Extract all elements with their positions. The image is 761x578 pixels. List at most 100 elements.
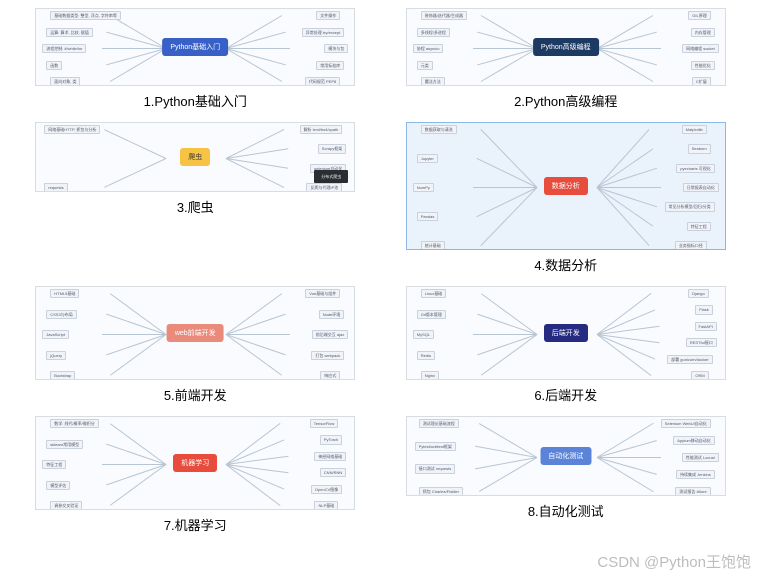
mindmap-thumbnail[interactable]: Python高级编程装饰器/迭代器/生成器多线程/多进程协程 asyncio元类… (406, 8, 726, 86)
mindmap-branch: 网络编程 socket (682, 44, 719, 53)
mindmap-branch: 响应式 (320, 371, 340, 380)
mindmap-branch: 常见分析模型/回归/分类 (665, 202, 715, 211)
mindmap-diagram: 机器学习数学: 线代/概率/微积分sklearn常用模型特征工程模型评估调参交叉… (36, 417, 354, 509)
thumbnail-cell-5[interactable]: web前端开发 HTML5基础 CSS3与布局 JavaScript jQuery Boo… (30, 286, 361, 404)
mindmap-branch: 模块与包 (324, 44, 348, 53)
mindmap-branch: PyTorch (320, 435, 342, 444)
mindmap-branch: pyecharts 可视化 (676, 164, 714, 173)
mindmap-center-node: 自动化测试 (540, 447, 591, 465)
mindmap-branch: ORM (691, 371, 708, 380)
mindmap-diagram: web前端开发 HTML5基础 CSS3与布局 JavaScript jQuery Boo… (36, 287, 354, 379)
mindmap-branch: Pytest/unittest框架 (415, 442, 456, 451)
mindmap-branch: 面向对象, 类 (50, 77, 80, 86)
mindmap-thumbnail[interactable]: 机器学习数学: 线代/概率/微积分sklearn常用模型特征工程模型评估调参交叉… (35, 416, 355, 510)
mindmap-thumbnail[interactable]: 后端开发Linux基础Git版本管理MySQLRedisNginxDjangoF… (406, 286, 726, 380)
mindmap-diagram: 数据分析数据获取与清洗JupyterNumPyPandas统计基础Matplot… (407, 123, 725, 249)
thumbnail-cell-4[interactable]: 数据分析数据获取与清洗JupyterNumPyPandas统计基础Matplot… (401, 122, 732, 274)
mindmap-thumbnail[interactable]: Python基础入门 基础数据类型: 整型, 浮点, 字符串等运算: 算术, 比较… (35, 8, 355, 86)
mindmap-branch: jQuery (46, 351, 66, 360)
mindmap-center-node: Python基础入门 (162, 38, 228, 56)
mindmap-branch: sklearn常用模型 (46, 440, 83, 449)
mindmap-branch: JavaScript (42, 330, 69, 339)
mindmap-branch: 模型评估 (46, 481, 70, 490)
mindmap-branch: 业务指标口径 (675, 241, 707, 250)
mindmap-branch: MySQL (413, 330, 434, 339)
mindmap-branch: 测试理论基础流程 (419, 419, 459, 428)
mindmap-branch: 魔法方法 (421, 77, 445, 86)
mindmap-branch: 代码规范 PEP8 (305, 77, 340, 86)
mindmap-thumbnail[interactable]: 爬虫网络基础HTTP, 抓包与分析requests解析 lxml/bs4/xpa… (35, 122, 355, 192)
thumbnail-cell-6[interactable]: 后端开发Linux基础Git版本管理MySQLRedisNginxDjangoF… (401, 286, 732, 404)
mindmap-branch: CSS3与布局 (46, 310, 76, 319)
mindmap-branch: Bootstrap (50, 371, 75, 380)
mindmap-branch: 文件操作 (316, 11, 340, 20)
mindmap-branch: 接口测试 requests (415, 464, 455, 473)
thumbnail-caption: 1.Python基础入门 (144, 91, 247, 110)
thumbnail-caption: 5.前端开发 (164, 385, 227, 404)
mindmap-branch: CNN/RNN (320, 468, 346, 477)
mindmap-diagram: 爬虫网络基础HTTP, 抓包与分析requests解析 lxml/bs4/xpa… (36, 123, 354, 191)
thumbnail-cell-7[interactable]: 机器学习数学: 线代/概率/微积分sklearn常用模型特征工程模型评估调参交叉… (30, 416, 361, 534)
mindmap-branch: 前后端交互 ajax (312, 330, 348, 339)
thumbnail-caption: 8.自动化测试 (528, 501, 604, 520)
mindmap-branch: 元类 (417, 61, 433, 70)
mindmap-thumbnail[interactable]: 自动化测试 测试理论基础流程 Pytest/unittest框架接口测试 reque… (406, 416, 726, 496)
thumbnail-cell-3[interactable]: 爬虫网络基础HTTP, 抓包与分析requests解析 lxml/bs4/xpa… (30, 122, 361, 274)
mindmap-diagram: 后端开发Linux基础Git版本管理MySQLRedisNginxDjangoF… (407, 287, 725, 379)
mindmap-center-node: 数据分析 (544, 177, 588, 195)
mindmap-center-node: web前端开发 (167, 324, 224, 342)
thumbnail-grid: Python基础入门 基础数据类型: 整型, 浮点, 字符串等运算: 算术, 比较… (0, 0, 761, 562)
mindmap-branch: 多线程/多进程 (417, 28, 450, 37)
mindmap-branch: RESTful接口 (686, 338, 717, 347)
mindmap-branch: Matplotlib (682, 125, 707, 134)
mindmap-branch: Nginx (421, 371, 439, 380)
mindmap-branch: 神经网络基础 (314, 452, 346, 461)
mindmap-branch: OpenCV图像 (311, 485, 342, 494)
mindmap-branch: 性能优化 (691, 61, 715, 70)
mindmap-branch: 日常报表自动化 (683, 183, 719, 192)
mindmap-branch: 部署 gunicorn/docker (667, 355, 713, 364)
mindmap-thumbnail[interactable]: 数据分析数据获取与清洗JupyterNumPyPandas统计基础Matplot… (406, 122, 726, 250)
mindmap-branch: 常用标准库 (316, 61, 344, 70)
thumbnail-cell-8[interactable]: 自动化测试 测试理论基础流程 Pytest/unittest框架接口测试 reque… (401, 416, 732, 534)
mindmap-branch: C扩展 (692, 77, 711, 86)
mindmap-branch: 流程控制: if/while/for (42, 44, 86, 53)
thumbnail-caption: 3.爬虫 (177, 197, 214, 216)
mindmap-branch: 抓包 Charles/Fiddler (419, 487, 463, 496)
mindmap-branch: 协程 asyncio (413, 44, 444, 53)
thumbnail-caption: 6.后端开发 (534, 385, 597, 404)
mindmap-diagram: 自动化测试 测试理论基础流程 Pytest/unittest框架接口测试 reque… (407, 417, 725, 495)
thumbnail-caption: 4.数据分析 (534, 255, 597, 274)
mindmap-center-node: 爬虫 (180, 148, 210, 166)
mindmap-branch: Git版本管理 (417, 310, 446, 319)
mindmap-center-node: Python高级编程 (533, 38, 599, 56)
mindmap-branch: 特征工程 (42, 460, 66, 469)
mindmap-branch: 调参交叉验证 (50, 501, 82, 510)
mindmap-thumbnail[interactable]: web前端开发 HTML5基础 CSS3与布局 JavaScript jQuery Boo… (35, 286, 355, 380)
mindmap-branch: Jupyter (417, 154, 438, 163)
mindmap-center-node: 机器学习 (173, 454, 217, 472)
mindmap-branch: 解析 lxml/bs4/xpath (300, 125, 343, 134)
mindmap-center-node: 后端开发 (544, 324, 588, 342)
mindmap-branch: NLP基础 (314, 501, 338, 510)
mindmap-branch-dark: 分布式爬虫 (314, 170, 348, 183)
mindmap-branch: Pandas (417, 212, 439, 221)
mindmap-branch: 打包 webpack (311, 351, 344, 360)
mindmap-branch: Appium移动自动化 (673, 436, 715, 445)
mindmap-branch: HTML5基础 (50, 289, 79, 298)
mindmap-branch: 内存管理 (691, 28, 715, 37)
mindmap-branch: Scrapy框架 (318, 144, 346, 153)
thumbnail-cell-1[interactable]: Python基础入门 基础数据类型: 整型, 浮点, 字符串等运算: 算术, 比较… (30, 8, 361, 110)
mindmap-branch: Django (688, 289, 709, 298)
mindmap-branch: TensorFlow (310, 419, 338, 428)
mindmap-branch: Selenium WebUI自动化 (661, 419, 711, 428)
mindmap-branch: 数据获取与清洗 (421, 125, 457, 134)
mindmap-branch: 特征工程 (687, 222, 711, 231)
mindmap-diagram: Python高级编程装饰器/迭代器/生成器多线程/多进程协程 asyncio元类… (407, 9, 725, 85)
mindmap-branch: 基础数据类型: 整型, 浮点, 字符串等 (50, 11, 121, 20)
thumbnail-cell-2[interactable]: Python高级编程装饰器/迭代器/生成器多线程/多进程协程 asyncio元类… (401, 8, 732, 110)
mindmap-branch: 运算: 算术, 比较, 赋值 (46, 28, 93, 37)
mindmap-branch: Seaborn (688, 144, 711, 153)
mindmap-branch: Linux基础 (421, 289, 447, 298)
mindmap-branch: 反爬与代理IP池 (306, 183, 342, 192)
